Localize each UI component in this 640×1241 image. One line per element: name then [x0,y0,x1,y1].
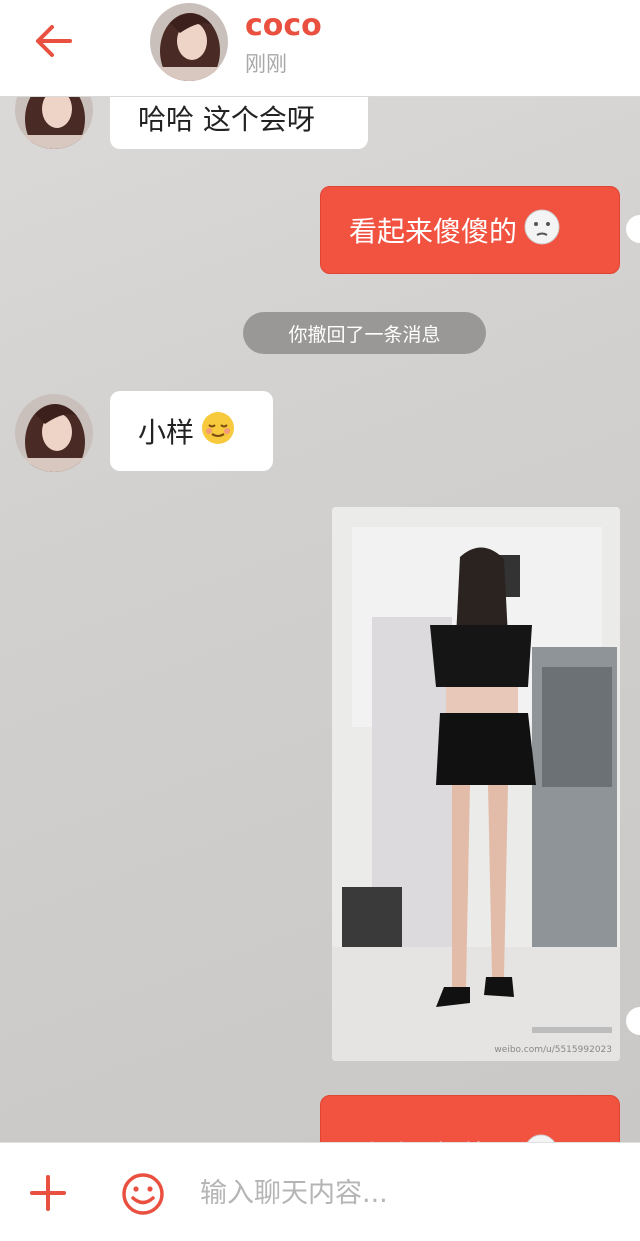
message-text: 小样 [138,416,195,449]
shy-face-icon [523,208,561,253]
message-bubble-self[interactable]: 看起来傻傻的 [320,186,620,274]
contact-name: coco [245,8,322,43]
message-text: 看到心都软了 [349,1134,517,1142]
contact-avatar-small[interactable] [15,97,93,149]
message-text: 看起来傻傻的 [349,215,518,248]
chat-text-input[interactable] [200,1165,610,1221]
message-bubble-self[interactable]: 看到心都软了 [320,1095,620,1142]
plus-icon [30,1175,66,1211]
relieved-face-icon [200,410,236,453]
recall-notice: 你撤回了一条消息 [243,312,486,354]
message-input-bar [0,1142,640,1241]
image-message[interactable]: weibo.com/u/5515992023 [332,507,620,1061]
photo-content [332,507,620,1061]
last-seen-status: 刚刚 [245,52,287,76]
message-list[interactable]: 哈哈 这个会呀 看起来傻傻的 你撤回了一条消息 小样 weibo.com/u/5… [0,97,640,1142]
contact-avatar[interactable] [150,3,228,81]
message-bubble[interactable]: 哈哈 这个会呀 [110,97,368,149]
edge-indicator [626,1007,640,1035]
arrow-left-icon [36,25,72,57]
back-button[interactable] [30,18,86,64]
message-bubble[interactable]: 小样 [110,391,273,471]
message-text: 哈哈 这个会呀 [138,103,315,136]
face-icon [523,1133,559,1142]
emoji-button[interactable] [120,1171,166,1217]
edge-indicator [626,215,640,243]
smiley-icon [122,1173,164,1215]
add-attachment-button[interactable] [26,1171,70,1215]
chat-header: coco 刚刚 [0,0,640,97]
image-watermark: weibo.com/u/5515992023 [494,1045,612,1055]
contact-avatar-small[interactable] [15,394,93,472]
